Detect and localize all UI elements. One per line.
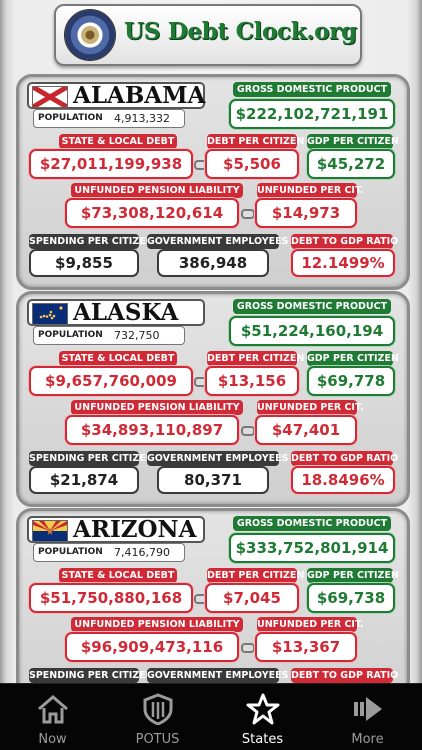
state-local-debt-label: STATE & LOCAL DEBT <box>59 568 177 583</box>
tab-bar: Now POTUS States More <box>0 683 422 750</box>
gdp-value: $333,752,801,914 <box>229 533 395 563</box>
debt-to-gdp-label: DEBT TO GDP RATIO <box>291 451 399 466</box>
tab-states[interactable]: States <box>210 684 315 750</box>
gdp-label: GROSS DOMESTIC PRODUCT <box>233 82 391 97</box>
debt-per-citizen-label: DEBT PER CITIZEN <box>207 568 305 583</box>
gov-employees-label: GOVERNMENT EMPLOYEES <box>147 668 289 683</box>
home-icon <box>38 695 68 724</box>
debt-per-citizen-label: DEBT PER CITIZEN <box>207 134 305 149</box>
arrow-right-icon <box>354 697 382 721</box>
unfunded-pension-value: $34,893,110,897 <box>65 415 239 445</box>
population-value: 7,416,790 <box>114 546 170 559</box>
unfunded-pension-label: UNFUNDED PENSION LIABILITY <box>71 617 243 632</box>
site-title: US Debt Clock.org <box>124 18 357 45</box>
state-local-debt-label: STATE & LOCAL DEBT <box>59 351 177 366</box>
gov-employees-label: GOVERNMENT EMPLOYEES <box>147 451 289 466</box>
spending-per-citizen-value: $21,874 <box>29 466 139 494</box>
population-box: POPULATION 7,416,790 <box>33 543 185 562</box>
app-header: US Debt Clock.org <box>54 4 362 66</box>
state-name: ARIZONA <box>73 516 197 543</box>
unfunded-pension-label: UNFUNDED PENSION LIABILITY <box>71 400 243 415</box>
unfunded-per-cit-value: $47,401 <box>255 415 357 445</box>
debt-per-citizen-value: $5,506 <box>205 149 299 179</box>
unfunded-per-cit-label: UNFUNDED PER CIT. <box>257 183 364 198</box>
tab-label: More <box>351 732 384 747</box>
debt-per-citizen-label: DEBT PER CITIZEN <box>207 351 305 366</box>
debt-per-citizen-value: $7,045 <box>205 583 299 613</box>
state-card-alaska[interactable]: ALASKA POPULATION 732,750 GROSS DOMESTIC… <box>16 291 410 507</box>
state-local-debt-value: $27,011,199,938 <box>29 149 193 179</box>
unfunded-pension-value: $96,909,473,116 <box>65 632 239 662</box>
shield-icon <box>143 693 173 725</box>
state-name-box: ALABAMA <box>27 82 205 109</box>
population-label: POPULATION <box>38 547 103 557</box>
population-value: 732,750 <box>114 329 160 342</box>
spending-per-citizen-label: SPENDING PER CITIZEN <box>29 668 154 683</box>
unfunded-per-cit-label: UNFUNDED PER CIT. <box>257 617 364 632</box>
gdp-label: GROSS DOMESTIC PRODUCT <box>233 516 391 531</box>
gdp-per-citizen-label: GDP PER CITIZEN <box>307 351 399 366</box>
chain-link-icon <box>241 643 255 653</box>
population-label: POPULATION <box>38 113 103 123</box>
tab-label: POTUS <box>135 732 180 747</box>
state-local-debt-label: STATE & LOCAL DEBT <box>59 134 177 149</box>
tab-now[interactable]: Now <box>0 684 105 750</box>
debt-to-gdp-label: DEBT TO GDP RATIO <box>291 668 399 683</box>
tab-more[interactable]: More <box>315 684 420 750</box>
unfunded-per-cit-value: $13,367 <box>255 632 357 662</box>
arizona-flag-icon <box>32 520 68 542</box>
tab-label: Now <box>38 732 67 747</box>
spending-per-citizen-label: SPENDING PER CITIZEN <box>29 234 154 249</box>
debt-to-gdp-label: DEBT TO GDP RATIO <box>291 234 399 249</box>
star-icon <box>246 693 280 725</box>
spending-per-citizen-label: SPENDING PER CITIZEN <box>29 451 154 466</box>
tab-potus[interactable]: POTUS <box>105 684 210 750</box>
unfunded-per-cit-label: UNFUNDED PER CIT. <box>257 400 364 415</box>
spending-per-citizen-value: $9,855 <box>29 249 139 277</box>
gdp-label: GROSS DOMESTIC PRODUCT <box>233 299 391 314</box>
chain-link-icon <box>241 209 255 219</box>
debt-per-citizen-value: $13,156 <box>205 366 299 396</box>
tab-label: States <box>241 732 284 747</box>
gdp-per-citizen-value: $45,272 <box>307 149 395 179</box>
gdp-per-citizen-value: $69,738 <box>307 583 395 613</box>
state-local-debt-value: $51,750,880,168 <box>29 583 193 613</box>
state-name: ALABAMA <box>73 82 206 109</box>
chain-link-icon <box>241 426 255 436</box>
unfunded-pension-value: $73,308,120,614 <box>65 198 239 228</box>
state-name-box: ARIZONA <box>27 516 205 543</box>
gov-employees-label: GOVERNMENT EMPLOYEES <box>147 234 289 249</box>
state-local-debt-value: $9,657,760,009 <box>29 366 193 396</box>
population-value: 4,913,332 <box>114 112 170 125</box>
state-name: ALASKA <box>73 299 179 326</box>
unfunded-pension-label: UNFUNDED PENSION LIABILITY <box>71 183 243 198</box>
gdp-per-citizen-label: GDP PER CITIZEN <box>307 568 399 583</box>
gdp-value: $222,102,721,191 <box>229 99 395 129</box>
population-label: POPULATION <box>38 330 103 340</box>
state-card-alabama[interactable]: ALABAMA POPULATION 4,913,332 GROSS DOMES… <box>16 74 410 290</box>
gov-employees-value: 80,371 <box>157 466 269 494</box>
debt-to-gdp-value: 18.8496% <box>291 466 395 494</box>
gdp-value: $51,224,160,194 <box>229 316 395 346</box>
state-name-box: ALASKA <box>27 299 205 326</box>
population-box: POPULATION 4,913,332 <box>33 109 185 128</box>
gov-employees-value: 386,948 <box>157 249 269 277</box>
alaska-flag-icon <box>32 303 68 325</box>
unfunded-per-cit-value: $14,973 <box>255 198 357 228</box>
alabama-flag-icon <box>32 86 68 108</box>
gdp-per-citizen-label: GDP PER CITIZEN <box>307 134 399 149</box>
seal-logo <box>64 9 116 61</box>
population-box: POPULATION 732,750 <box>33 326 185 345</box>
debt-to-gdp-value: 12.1499% <box>291 249 395 277</box>
gdp-per-citizen-value: $69,778 <box>307 366 395 396</box>
